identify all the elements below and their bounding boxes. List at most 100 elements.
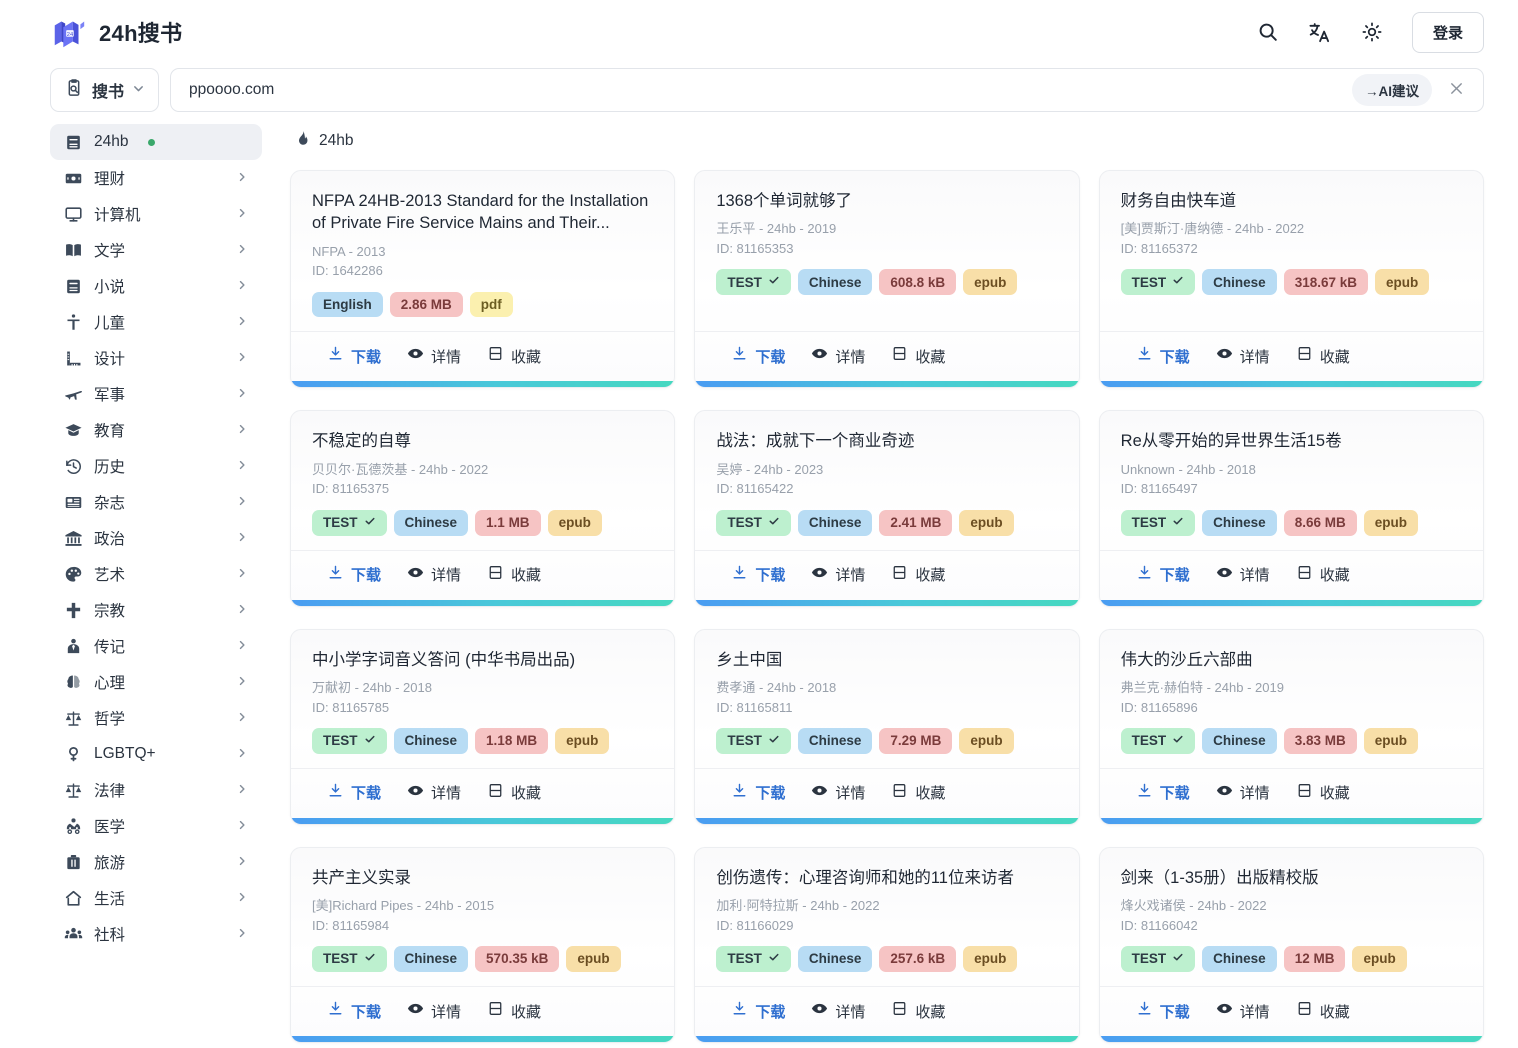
book-card[interactable]: 共产主义实录 [美]Richard Pipes - 24hb - 2015 ID: … xyxy=(290,846,676,1044)
details-button[interactable]: 详情 xyxy=(1216,1000,1270,1022)
book-title[interactable]: 不稳定的自尊 xyxy=(312,430,653,452)
sidebar-item-cat9[interactable]: 历史 xyxy=(50,448,262,484)
sidebar-item-cat21[interactable]: 生活 xyxy=(50,880,262,916)
download-button[interactable]: 下载 xyxy=(731,564,785,586)
chevron-right-icon[interactable] xyxy=(236,351,248,365)
details-button[interactable]: 详情 xyxy=(1216,564,1270,586)
sidebar-item-cat13[interactable]: 宗教 xyxy=(50,592,262,628)
book-title[interactable]: 创伤遗传：心理咨询师和她的11位来访者 xyxy=(716,867,1057,889)
close-icon[interactable] xyxy=(1442,80,1471,101)
chevron-right-icon[interactable] xyxy=(236,819,248,833)
chevron-right-icon[interactable] xyxy=(236,423,248,437)
sidebar-item-cat20[interactable]: 旅游 xyxy=(50,844,262,880)
sun-icon[interactable] xyxy=(1360,20,1384,44)
book-card[interactable]: 财务自由快车道 [美]贾斯汀·唐纳德 - 24hb - 2022 ID: 81165… xyxy=(1098,170,1484,389)
details-button[interactable]: 详情 xyxy=(811,345,865,367)
chevron-right-icon[interactable] xyxy=(236,675,248,689)
chevron-right-icon[interactable] xyxy=(236,891,248,905)
search-input[interactable] xyxy=(189,81,1342,99)
chevron-right-icon[interactable] xyxy=(236,279,248,293)
chevron-right-icon[interactable] xyxy=(236,495,248,509)
book-title[interactable]: Re从零开始的异世界生活15卷 xyxy=(1121,430,1462,452)
book-title[interactable]: 乡土中国 xyxy=(716,649,1057,671)
sidebar-item-lgbtq+[interactable]: LGBTQ+ xyxy=(50,736,262,772)
book-card[interactable]: Re从零开始的异世界生活15卷 Unknown - 24hb - 2018 ID: … xyxy=(1098,410,1484,607)
book-card[interactable]: 中小学字词音义答问 (中华书局出品) 万献初 - 24hb - 2018 ID: 8… xyxy=(290,628,676,825)
favorite-button[interactable]: 收藏 xyxy=(1296,345,1350,367)
chevron-right-icon[interactable] xyxy=(236,531,248,545)
download-button[interactable]: 下载 xyxy=(1136,1000,1190,1022)
sidebar-item-cat15[interactable]: 心理 xyxy=(50,664,262,700)
download-button[interactable]: 下载 xyxy=(327,782,381,804)
book-title[interactable]: NFPA 24HB-2013 Standard for the Installa… xyxy=(312,190,653,235)
details-button[interactable]: 详情 xyxy=(811,564,865,586)
favorite-button[interactable]: 收藏 xyxy=(487,782,541,804)
book-card[interactable]: 创伤遗传：心理咨询师和她的11位来访者 加利·阿特拉斯 - 24hb - 2022… xyxy=(694,846,1080,1044)
download-button[interactable]: 下载 xyxy=(1136,345,1190,367)
brand[interactable]: 24 24h搜书 xyxy=(50,13,182,51)
sidebar-item-cat2[interactable]: 计算机 xyxy=(50,196,262,232)
favorite-button[interactable]: 收藏 xyxy=(891,564,945,586)
chevron-right-icon[interactable] xyxy=(236,783,248,797)
favorite-button[interactable]: 收藏 xyxy=(487,345,541,367)
sidebar-item-cat14[interactable]: 传记 xyxy=(50,628,262,664)
favorite-button[interactable]: 收藏 xyxy=(487,564,541,586)
chevron-right-icon[interactable] xyxy=(236,387,248,401)
favorite-button[interactable]: 收藏 xyxy=(891,345,945,367)
chevron-right-icon[interactable] xyxy=(236,927,248,941)
sidebar-item-cat7[interactable]: 军事 xyxy=(50,376,262,412)
chevron-right-icon[interactable] xyxy=(236,315,248,329)
details-button[interactable]: 详情 xyxy=(811,1000,865,1022)
chevron-right-icon[interactable] xyxy=(236,459,248,473)
book-card[interactable]: 伟大的沙丘六部曲 弗兰克·赫伯特 - 24hb - 2019 ID: 8116589… xyxy=(1098,628,1484,825)
sidebar-item-cat10[interactable]: 杂志 xyxy=(50,484,262,520)
chevron-right-icon[interactable] xyxy=(236,171,248,185)
details-button[interactable]: 详情 xyxy=(811,782,865,804)
search-category-select[interactable]: 搜书 xyxy=(50,68,160,112)
login-button[interactable]: 登录 xyxy=(1411,11,1484,53)
download-button[interactable]: 下载 xyxy=(327,1000,381,1022)
chevron-right-icon[interactable] xyxy=(236,855,248,869)
favorite-button[interactable]: 收藏 xyxy=(891,1000,945,1022)
chevron-right-icon[interactable] xyxy=(236,567,248,581)
details-button[interactable]: 详情 xyxy=(407,345,461,367)
favorite-button[interactable]: 收藏 xyxy=(1296,782,1350,804)
book-title[interactable]: 中小学字词音义答问 (中华书局出品) xyxy=(312,649,653,671)
details-button[interactable]: 详情 xyxy=(1216,782,1270,804)
sidebar-item-cat5[interactable]: 儿童 xyxy=(50,304,262,340)
details-button[interactable]: 详情 xyxy=(407,782,461,804)
download-button[interactable]: 下载 xyxy=(327,345,381,367)
search-icon[interactable] xyxy=(1256,20,1280,44)
book-card[interactable]: 乡土中国 费孝通 - 24hb - 2018 ID: 81165811 TEST Chi… xyxy=(694,628,1080,825)
chevron-right-icon[interactable] xyxy=(236,747,248,761)
book-title[interactable]: 1368个单词就够了 xyxy=(716,190,1057,212)
chevron-right-icon[interactable] xyxy=(236,711,248,725)
book-card[interactable]: NFPA 24HB-2013 Standard for the Installa… xyxy=(290,170,676,389)
download-button[interactable]: 下载 xyxy=(1136,782,1190,804)
search-input-wrapper[interactable]: →AI建议 xyxy=(170,68,1484,112)
sidebar-item-cat1[interactable]: 理财 xyxy=(50,160,262,196)
details-button[interactable]: 详情 xyxy=(1216,345,1270,367)
favorite-button[interactable]: 收藏 xyxy=(1296,564,1350,586)
chevron-right-icon[interactable] xyxy=(236,243,248,257)
sidebar-item-cat8[interactable]: 教育 xyxy=(50,412,262,448)
favorite-button[interactable]: 收藏 xyxy=(1296,1000,1350,1022)
book-card[interactable]: 剑来（1-35册）出版精校版 烽火戏诸侯 - 24hb - 2022 ID: 811… xyxy=(1098,846,1484,1044)
download-button[interactable]: 下载 xyxy=(731,345,785,367)
book-title[interactable]: 共产主义实录 xyxy=(312,867,653,889)
book-card[interactable]: 不稳定的自尊 贝贝尔·瓦德茨基 - 24hb - 2022 ID: 81165375… xyxy=(290,410,676,607)
book-title[interactable]: 财务自由快车道 xyxy=(1121,190,1462,212)
sidebar-item-cat4[interactable]: 小说 xyxy=(50,268,262,304)
favorite-button[interactable]: 收藏 xyxy=(891,782,945,804)
chevron-right-icon[interactable] xyxy=(236,603,248,617)
details-button[interactable]: 详情 xyxy=(407,1000,461,1022)
sidebar-item-cat18[interactable]: 法律 xyxy=(50,772,262,808)
ai-suggest-button[interactable]: →AI建议 xyxy=(1352,74,1432,106)
favorite-button[interactable]: 收藏 xyxy=(487,1000,541,1022)
sidebar-item-cat11[interactable]: 政治 xyxy=(50,520,262,556)
chevron-right-icon[interactable] xyxy=(236,639,248,653)
details-button[interactable]: 详情 xyxy=(407,564,461,586)
sidebar-item-cat19[interactable]: 医学 xyxy=(50,808,262,844)
book-title[interactable]: 伟大的沙丘六部曲 xyxy=(1121,649,1462,671)
download-button[interactable]: 下载 xyxy=(1136,564,1190,586)
